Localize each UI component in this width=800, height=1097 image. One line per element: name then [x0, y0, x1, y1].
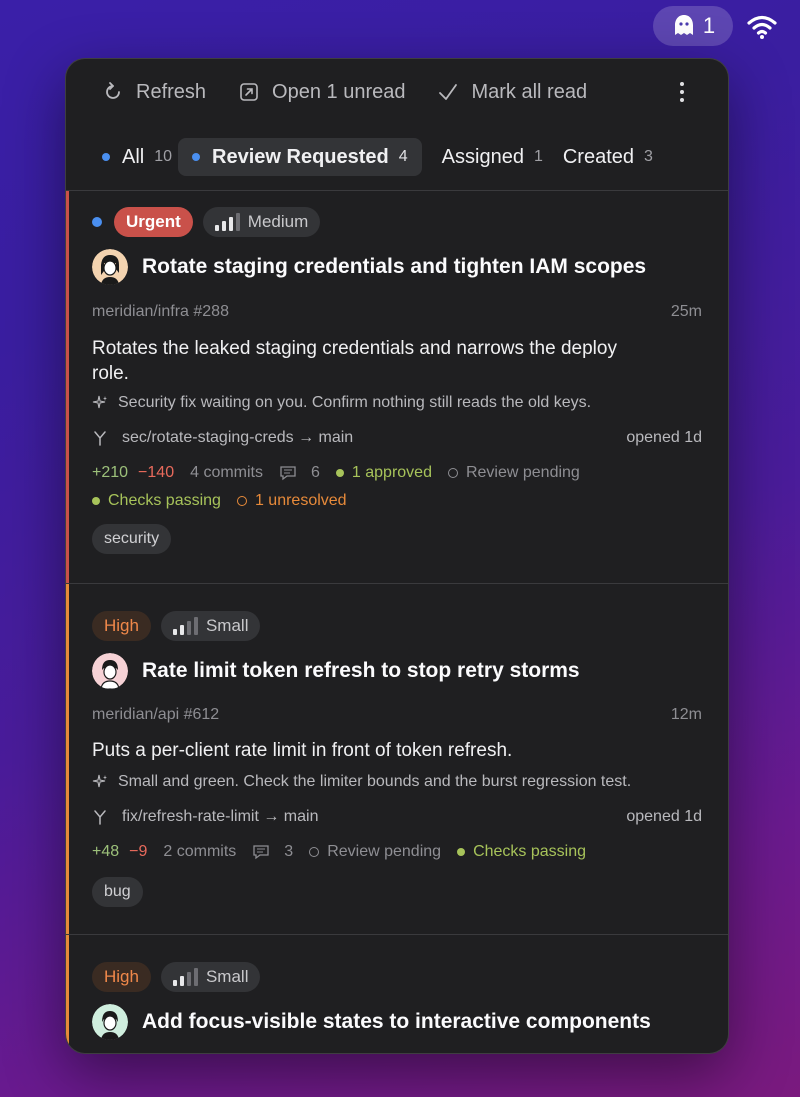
priority-accent-bar	[66, 584, 69, 934]
pr-title: Add focus-visible states to interactive …	[142, 1010, 651, 1033]
size-bars-icon	[172, 617, 198, 635]
comments[interactable]: 6	[279, 464, 320, 482]
pr-description: Rotates the leaked staging credentials a…	[92, 338, 617, 384]
pr-description: Puts a per-client rate limit in front of…	[92, 740, 513, 761]
pr-title: Rotate staging credentials and tighten I…	[142, 255, 647, 278]
approval-status: 1 approved	[351, 464, 432, 481]
sparkle-icon	[92, 395, 107, 409]
wifi-icon	[747, 15, 777, 39]
unread-dot	[102, 153, 110, 161]
checks-dot	[457, 848, 466, 856]
priority-badge: Urgent	[114, 207, 193, 237]
label-tag[interactable]: bug	[92, 877, 143, 907]
unresolved-count: 1 unresolved	[254, 492, 347, 509]
mark-all-read-button[interactable]: Mark all read	[437, 81, 587, 104]
author-avatar	[92, 1004, 128, 1040]
size-bars-icon	[172, 968, 198, 986]
branch-merge-icon	[94, 810, 106, 825]
tab-created[interactable]: Created 3	[563, 138, 653, 176]
refresh-button[interactable]: Refresh	[102, 81, 206, 104]
size-bars-icon	[214, 213, 240, 231]
approved-dot	[335, 469, 344, 477]
priority-badge: High	[92, 611, 151, 641]
repo-ref[interactable]: meridian/infra #288	[92, 303, 229, 321]
pending-circle-icon	[309, 847, 320, 857]
repo-ref[interactable]: meridian/api #612	[92, 706, 219, 724]
comments-count: 6	[311, 464, 320, 481]
priority-badge: High	[92, 962, 151, 992]
checks-status: Checks passing	[108, 492, 221, 509]
ai-summary: Small and green. Check the limiter bound…	[118, 773, 632, 790]
pending-circle-icon	[447, 468, 458, 478]
comment-icon	[280, 466, 296, 481]
size-badge: Medium	[202, 207, 321, 237]
additions-count: +48	[92, 843, 120, 860]
ghost-icon	[674, 15, 693, 35]
additions-count: +210	[92, 464, 129, 481]
filter-tabs: All 10 Review Requested 4 Assigned 1 Cre…	[66, 137, 728, 177]
notifications-menubar-item[interactable]: 1	[653, 6, 733, 46]
size-badge: Small	[160, 962, 261, 992]
comments-count: 3	[284, 843, 294, 860]
size-label: Medium	[247, 212, 309, 231]
updated-age: 12m	[670, 706, 702, 723]
tab-label: All	[122, 145, 145, 168]
toolbar: Refresh Open 1 unread Mark all read	[66, 59, 728, 125]
opened-age: opened 1d	[626, 808, 702, 825]
tab-count: 3	[644, 148, 653, 165]
comment-icon	[253, 845, 269, 860]
unread-dot	[92, 217, 102, 227]
label-tag[interactable]: security	[92, 524, 172, 554]
tab-count: 10	[154, 148, 173, 165]
size-label: Small	[205, 967, 249, 986]
tab-label: Review Requested	[212, 145, 389, 168]
checks-status: Checks passing	[473, 843, 587, 860]
tab-label: Created	[562, 145, 635, 168]
commits-count: 2 commits	[163, 843, 237, 860]
commits-count: 4 commits	[190, 464, 263, 481]
size-label: Small	[205, 616, 249, 635]
checkmark-icon	[439, 84, 458, 100]
deletions-count: −9	[129, 843, 148, 860]
tab-assigned[interactable]: Assigned 1	[442, 138, 543, 176]
author-avatar	[92, 653, 128, 689]
unresolved-circle-icon	[236, 496, 247, 506]
opened-age: opened 1d	[626, 429, 702, 446]
priority-accent-bar	[66, 935, 69, 1053]
checks-dot	[92, 497, 100, 505]
refresh-label: Refresh	[136, 80, 207, 103]
updated-age: 25m	[670, 303, 702, 320]
tab-review-requested[interactable]: Review Requested 4	[178, 138, 422, 176]
deletions-count: −140	[138, 464, 175, 481]
size-badge: Small	[160, 611, 261, 641]
mark-all-read-label: Mark all read	[471, 80, 588, 103]
refresh-icon	[106, 82, 120, 99]
unread-dot	[192, 153, 201, 161]
tab-count: 4	[398, 148, 408, 165]
pull-request-card[interactable]: High Small Rate limit token refresh to s…	[66, 584, 728, 934]
branch-merge-icon	[94, 431, 106, 446]
tab-label: Assigned	[441, 145, 524, 168]
open-unread-button[interactable]: Open 1 unread	[238, 81, 405, 104]
author-avatar	[92, 249, 128, 285]
comments[interactable]: 3	[252, 843, 293, 861]
ghost-count: 1	[702, 13, 716, 38]
sparkle-icon	[92, 774, 107, 788]
branch-ref: fix/refresh-rate-limit → main	[122, 808, 319, 825]
tab-all[interactable]: All 10	[102, 138, 172, 176]
pull-request-card[interactable]: Urgent Medium Rotate staging credentials…	[66, 191, 728, 583]
priority-accent-bar	[66, 191, 69, 583]
open-unread-label: Open 1 unread	[272, 80, 406, 103]
review-status: Review pending	[327, 843, 442, 860]
external-link-icon	[240, 83, 258, 101]
more-options-icon[interactable]	[672, 79, 692, 105]
pull-request-panel: Refresh Open 1 unread Mark all read All …	[65, 58, 729, 1054]
tab-count: 1	[533, 148, 543, 165]
review-status: Review pending	[465, 464, 580, 481]
pr-title: Rate limit token refresh to stop retry s…	[142, 659, 580, 682]
branch-ref: sec/rotate-staging-creds → main	[122, 429, 354, 446]
ai-summary: Security fix waiting on you. Confirm not…	[118, 394, 592, 411]
pull-request-card[interactable]: High Small Add focus-visible states to i…	[66, 935, 728, 1053]
